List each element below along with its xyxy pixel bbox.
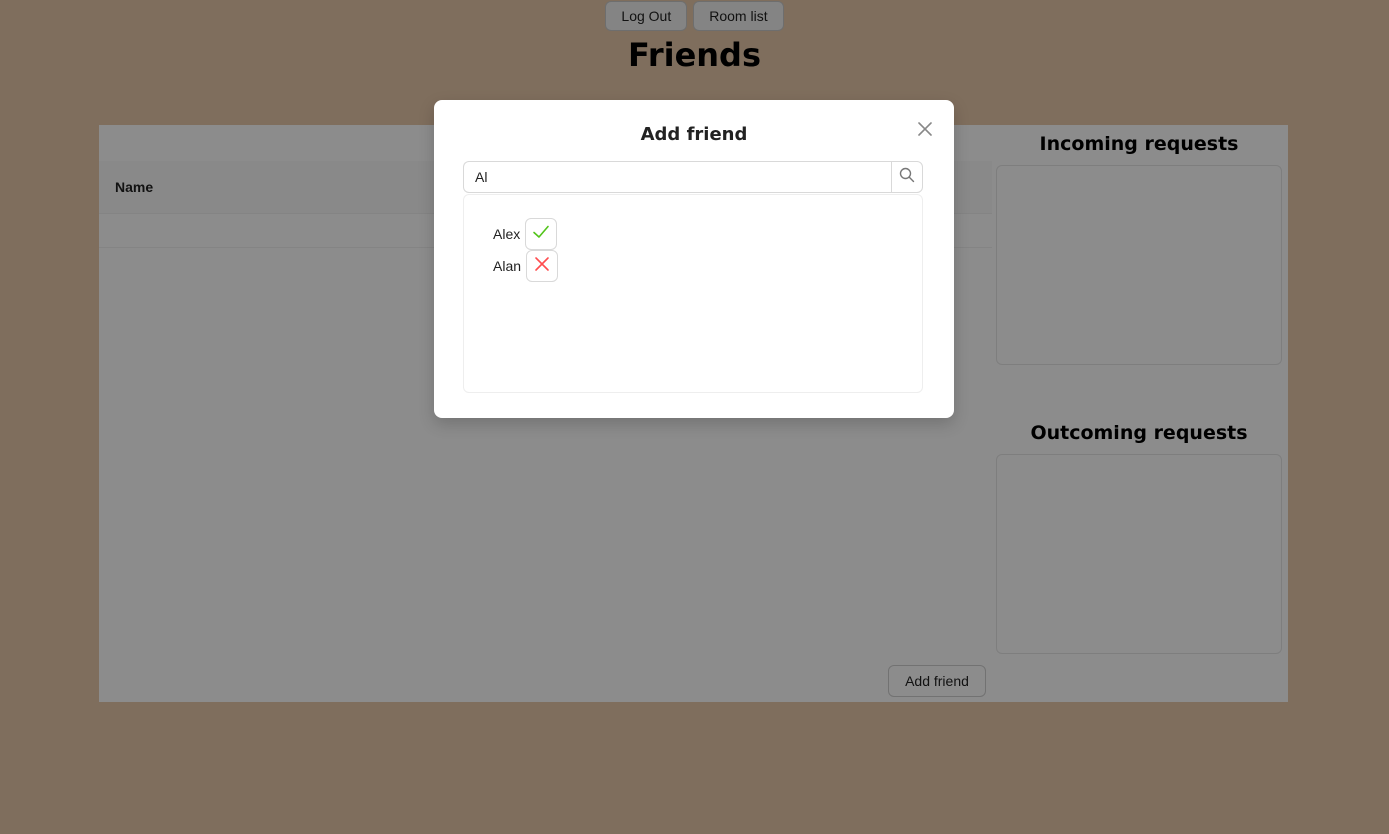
friend-search-input[interactable] [463,161,891,193]
friend-search [463,161,923,193]
add-friend-modal: Add friend Alex [434,100,954,418]
list-item: Alan [493,250,559,282]
check-icon [532,223,550,246]
modal-title: Add friend [640,124,748,145]
search-results: Alex Alan [463,194,923,393]
list-item: Alex [493,218,558,250]
close-icon [533,255,551,278]
search-icon [899,167,915,188]
search-button[interactable] [891,161,923,193]
result-name: Alex [493,226,521,242]
close-icon[interactable] [914,118,936,140]
result-name: Alan [493,258,522,274]
accept-button[interactable] [525,218,558,250]
reject-button[interactable] [526,250,559,282]
